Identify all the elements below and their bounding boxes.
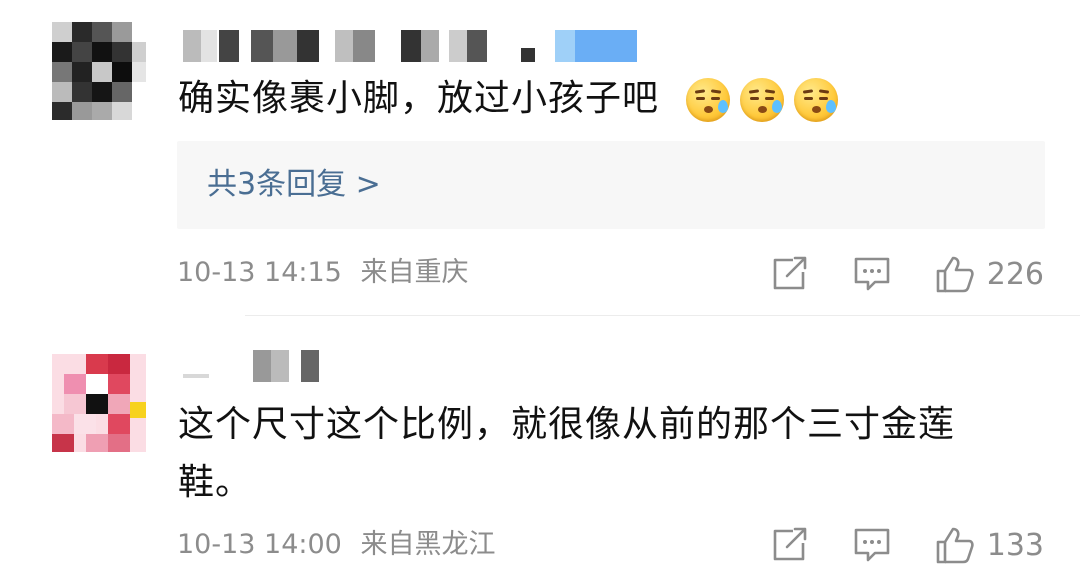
- thumbs-up-icon: [936, 527, 974, 564]
- comment-item: 这个尺寸这个比例，就很像从前的那个三寸金莲鞋。 10-13 14:00 来自黑龙…: [0, 316, 1080, 580]
- sweat-emoji-icon: [794, 78, 838, 122]
- comment-icon: [854, 528, 890, 562]
- comment-item: 确实像裹小脚，放过小孩子吧 共3条回复 > 10-13 14:15 来自重庆 2…: [0, 0, 1080, 316]
- comment-text: 这个尺寸这个比例，就很像从前的那个三寸金莲鞋。: [178, 404, 956, 503]
- comment-button[interactable]: [853, 527, 891, 563]
- location: 来自黑龙江: [360, 529, 496, 560]
- avatar[interactable]: [52, 354, 146, 452]
- comment-button[interactable]: [853, 256, 891, 292]
- share-icon: [773, 527, 807, 561]
- share-button[interactable]: [771, 527, 809, 563]
- like-button[interactable]: 226: [935, 255, 1044, 293]
- comment-actions: 226: [727, 254, 1044, 294]
- view-replies-link[interactable]: 共3条回复 >: [207, 165, 381, 205]
- comment-meta: 10-13 14:00 来自黑龙江: [177, 527, 495, 563]
- timestamp: 10-13 14:00: [177, 529, 342, 560]
- location: 来自重庆: [360, 257, 469, 288]
- comment-meta: 10-13 14:15 来自重庆: [177, 255, 468, 291]
- share-icon: [773, 256, 807, 290]
- comment-actions: 133: [727, 525, 1044, 565]
- timestamp: 10-13 14:15: [177, 257, 342, 288]
- comment-text: 确实像裹小脚，放过小孩子吧: [178, 78, 660, 119]
- emoji-group: [686, 78, 838, 122]
- comment-icon: [854, 257, 890, 291]
- thumbs-up-icon: [936, 256, 974, 293]
- like-count: 133: [986, 527, 1044, 563]
- like-button[interactable]: 133: [935, 526, 1044, 564]
- replies-box[interactable]: 共3条回复 >: [177, 141, 1045, 229]
- like-count: 226: [986, 256, 1044, 292]
- sweat-emoji-icon: [740, 78, 784, 122]
- avatar[interactable]: [52, 22, 146, 120]
- sweat-emoji-icon: [686, 78, 730, 122]
- share-button[interactable]: [771, 256, 809, 292]
